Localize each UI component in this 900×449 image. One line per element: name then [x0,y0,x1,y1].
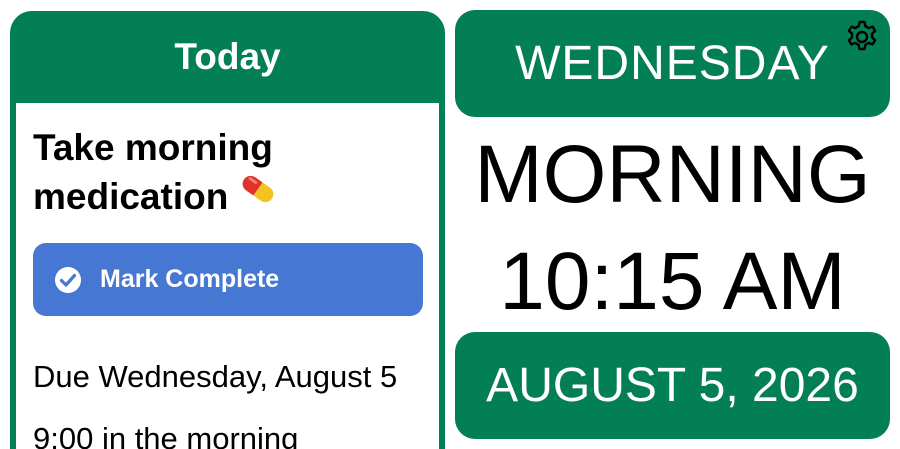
task-title: Take morning medication [33,123,423,225]
today-panel: Today Take morning medication Mark Compl… [10,11,445,449]
day-period-text: MORNING [474,129,871,220]
today-content: Take morning medication Mark Complete Du… [16,103,439,449]
mark-complete-button[interactable]: Mark Complete [33,243,423,316]
mark-complete-label: Mark Complete [100,265,280,293]
current-time-text: 10:15 AM [499,236,846,327]
pill-icon [238,169,278,221]
day-banner: WEDNESDAY [455,10,890,117]
task-title-text: Take morning medication [33,127,273,217]
today-header: Today [174,36,281,77]
checkmark-circle-icon [53,265,83,295]
due-time-text: 9:00 in the morning [33,421,299,449]
due-date-text: Due Wednesday, August 5 [33,359,398,394]
gear-icon[interactable] [843,18,881,56]
date-banner: AUGUST 5, 2026 [455,332,890,439]
